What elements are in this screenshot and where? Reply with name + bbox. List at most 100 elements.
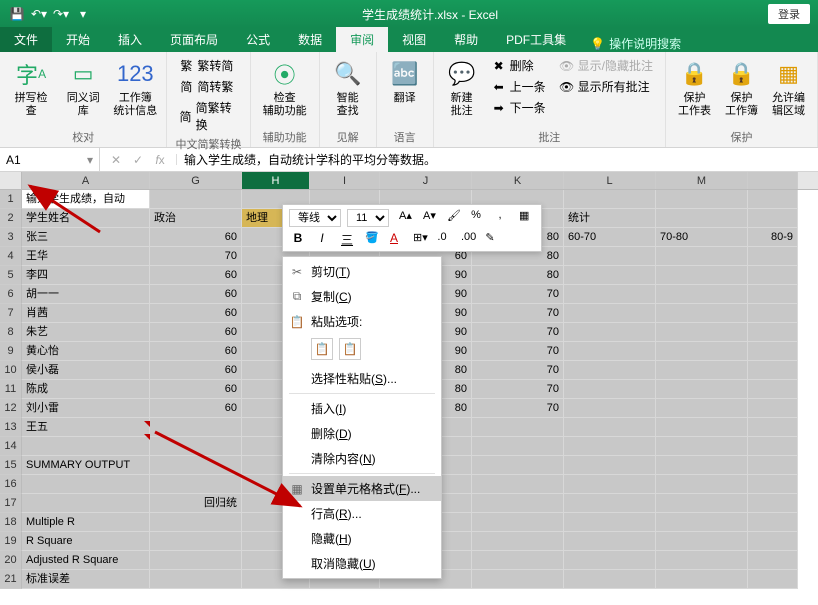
cell[interactable]: 王华 bbox=[22, 247, 150, 266]
cell[interactable] bbox=[748, 209, 798, 228]
cell[interactable] bbox=[564, 551, 656, 570]
cell[interactable] bbox=[656, 570, 748, 589]
cell[interactable]: 60 bbox=[150, 361, 242, 380]
cell[interactable] bbox=[564, 494, 656, 513]
cell[interactable]: 60 bbox=[150, 266, 242, 285]
cell[interactable] bbox=[656, 285, 748, 304]
row-header[interactable]: 20 bbox=[0, 551, 22, 570]
tab-layout[interactable]: 页面布局 bbox=[156, 27, 232, 52]
row-header[interactable]: 14 bbox=[0, 437, 22, 456]
menu-unhide[interactable]: 取消隐藏(U) bbox=[283, 551, 441, 576]
cancel-icon[interactable]: ✕ bbox=[106, 153, 126, 167]
col-header[interactable]: G bbox=[150, 172, 242, 189]
cell[interactable]: 60 bbox=[150, 285, 242, 304]
allow-edit-ranges-button[interactable]: ▦允许编 辑区域 bbox=[768, 56, 809, 120]
cell[interactable]: 回归统 bbox=[150, 494, 242, 513]
cell[interactable] bbox=[150, 513, 242, 532]
tab-insert[interactable]: 插入 bbox=[104, 27, 156, 52]
col-header[interactable]: K bbox=[472, 172, 564, 189]
cell[interactable] bbox=[472, 532, 564, 551]
cell[interactable] bbox=[564, 532, 656, 551]
show-comment-button[interactable]: 👁显示/隐藏批注 bbox=[556, 56, 657, 75]
cell[interactable]: 刘小雷 bbox=[22, 399, 150, 418]
bold-icon[interactable]: B bbox=[289, 231, 307, 249]
cell[interactable] bbox=[748, 266, 798, 285]
cell[interactable]: 李四 bbox=[22, 266, 150, 285]
cell[interactable] bbox=[564, 418, 656, 437]
cell[interactable]: 侯小磊 bbox=[22, 361, 150, 380]
decrease-font-icon[interactable]: A▾ bbox=[419, 209, 437, 227]
select-all-corner[interactable] bbox=[0, 172, 22, 189]
font-select[interactable]: 等线 bbox=[289, 209, 341, 227]
row-header[interactable]: 9 bbox=[0, 342, 22, 361]
tab-pdf[interactable]: PDF工具集 bbox=[492, 27, 580, 52]
next-comment-button[interactable]: ➡下一条 bbox=[488, 98, 550, 117]
cell[interactable]: 70 bbox=[150, 247, 242, 266]
menu-paste-special[interactable]: 选择性粘贴(S)... bbox=[283, 366, 441, 391]
check-accessibility-button[interactable]: ⦿检查 辅助功能 bbox=[259, 56, 311, 120]
cell[interactable] bbox=[748, 304, 798, 323]
cjk-convert-button[interactable]: 简简繁转换 bbox=[175, 98, 241, 134]
redo-icon[interactable]: ↷▾ bbox=[52, 5, 70, 23]
cell[interactable] bbox=[656, 494, 748, 513]
cell[interactable] bbox=[22, 437, 150, 456]
cell[interactable]: 输入学生成绩，自动 bbox=[22, 190, 150, 209]
cell[interactable] bbox=[748, 247, 798, 266]
row-header[interactable]: 17 bbox=[0, 494, 22, 513]
cell[interactable]: Multiple R bbox=[22, 513, 150, 532]
login-button[interactable]: 登录 bbox=[768, 4, 810, 24]
cell[interactable] bbox=[564, 190, 656, 209]
cell[interactable] bbox=[656, 304, 748, 323]
simp-to-trad-button[interactable]: 繁繁转简 bbox=[175, 56, 241, 75]
cell[interactable]: 标准误差 bbox=[22, 570, 150, 589]
size-select[interactable]: 11 bbox=[347, 209, 389, 227]
cell[interactable]: 胡一一 bbox=[22, 285, 150, 304]
workbook-stats-button[interactable]: 123工作簿 统计信息 bbox=[112, 56, 158, 120]
row-header[interactable]: 7 bbox=[0, 304, 22, 323]
cell[interactable] bbox=[564, 399, 656, 418]
cell[interactable]: 70 bbox=[472, 380, 564, 399]
paste-option-values[interactable]: 📋 bbox=[339, 338, 361, 360]
cell[interactable] bbox=[472, 513, 564, 532]
cell[interactable] bbox=[656, 266, 748, 285]
col-header[interactable]: J bbox=[380, 172, 472, 189]
cell[interactable] bbox=[656, 437, 748, 456]
cell[interactable] bbox=[656, 209, 748, 228]
menu-copy[interactable]: ⧉复制(C) bbox=[283, 284, 441, 309]
cell[interactable] bbox=[22, 475, 150, 494]
cell[interactable] bbox=[748, 513, 798, 532]
cell[interactable] bbox=[656, 456, 748, 475]
italic-icon[interactable]: I bbox=[313, 231, 331, 249]
row-header[interactable]: 2 bbox=[0, 209, 22, 228]
protect-sheet-button[interactable]: 🔒保护 工作表 bbox=[674, 56, 715, 120]
fill-color-icon[interactable]: 🪣 bbox=[361, 231, 379, 249]
cell[interactable] bbox=[472, 494, 564, 513]
menu-insert[interactable]: 插入(I) bbox=[283, 396, 441, 421]
cell[interactable]: 60 bbox=[150, 342, 242, 361]
font-color-icon[interactable]: A bbox=[385, 231, 403, 249]
menu-row-height[interactable]: 行高(R)... bbox=[283, 501, 441, 526]
cell[interactable]: 统计 bbox=[564, 209, 656, 228]
cell[interactable]: 70 bbox=[472, 399, 564, 418]
new-comment-button[interactable]: 💬新建 批注 bbox=[442, 56, 482, 120]
row-header[interactable]: 6 bbox=[0, 285, 22, 304]
spellcheck-button[interactable]: 字A拼写检查 bbox=[8, 56, 54, 120]
cell[interactable]: 王五 bbox=[22, 418, 150, 437]
cell[interactable] bbox=[22, 494, 150, 513]
col-header[interactable]: H bbox=[242, 172, 310, 189]
col-header[interactable]: I bbox=[310, 172, 380, 189]
trad-to-simp-button[interactable]: 简简转繁 bbox=[175, 77, 241, 96]
tab-file[interactable]: 文件 bbox=[0, 27, 52, 52]
cell[interactable] bbox=[748, 190, 798, 209]
cell[interactable]: 60-70 bbox=[564, 228, 656, 247]
cell[interactable] bbox=[564, 456, 656, 475]
cell[interactable] bbox=[748, 418, 798, 437]
comma-icon[interactable]: , bbox=[491, 209, 509, 227]
cell[interactable] bbox=[564, 266, 656, 285]
cell[interactable]: 70 bbox=[472, 304, 564, 323]
cell[interactable] bbox=[150, 551, 242, 570]
cell[interactable] bbox=[564, 570, 656, 589]
row-header[interactable]: 21 bbox=[0, 570, 22, 589]
cell[interactable] bbox=[656, 323, 748, 342]
cell[interactable]: 张三 bbox=[22, 228, 150, 247]
